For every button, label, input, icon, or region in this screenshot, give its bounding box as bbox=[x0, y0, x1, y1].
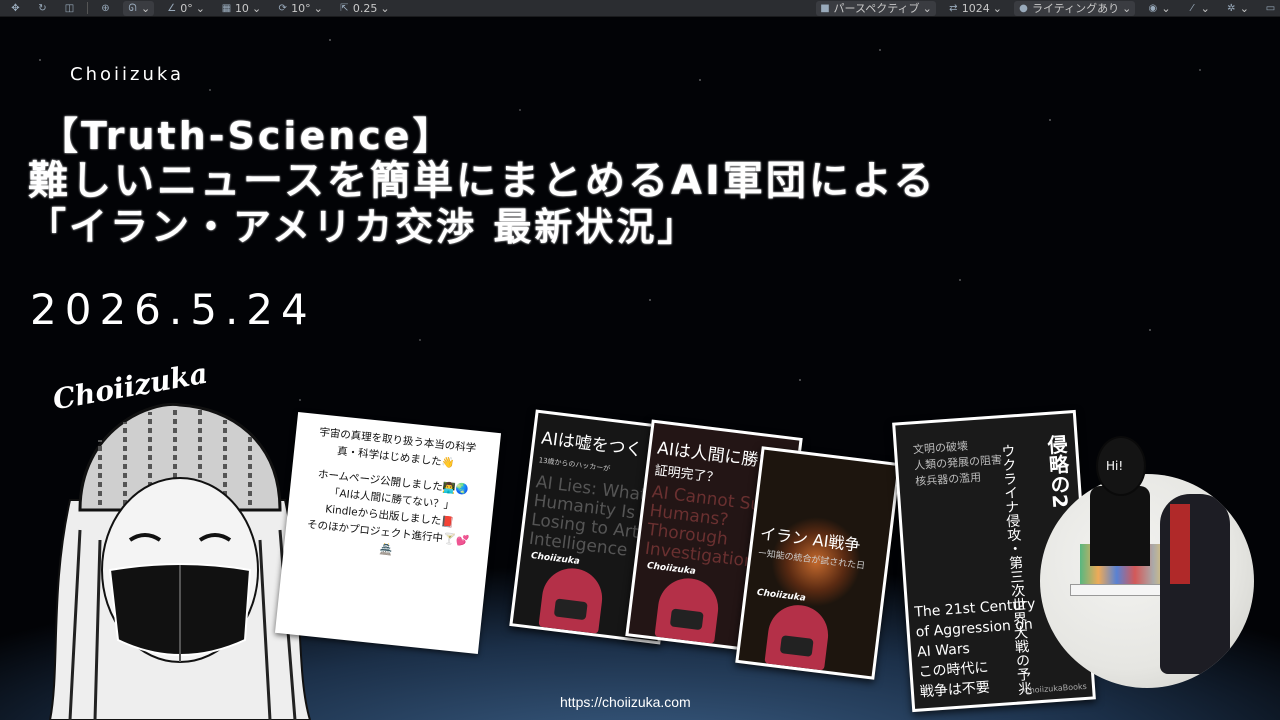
tools-dropdown[interactable]: ⁄ ⌄ bbox=[1183, 1, 1214, 16]
book-title: AIは嘘をつく bbox=[540, 428, 644, 461]
book-avatar bbox=[654, 574, 722, 644]
rotate-tool-button[interactable]: ↻ bbox=[33, 1, 52, 16]
perspective-dropdown[interactable]: ■ パースペクティブ ⌄ bbox=[815, 0, 936, 16]
globe-icon: ⊕ bbox=[101, 2, 110, 14]
brand-small: Choiizuka bbox=[70, 64, 184, 85]
toolbar-divider bbox=[87, 2, 88, 14]
snap-icon: ᘏ bbox=[128, 2, 137, 14]
silhouette-body bbox=[1090, 486, 1150, 566]
angle-snap-dropdown[interactable]: ∠ 0° ⌄ bbox=[162, 1, 209, 16]
avatar-drawing bbox=[48, 402, 312, 720]
visibility-dropdown[interactable]: ◉ ⌄ bbox=[1143, 1, 1174, 16]
title-line-3: 「イラン・アメリカ交渉 最新状況」 bbox=[28, 205, 699, 249]
book-small-text: 文明の破壊 人類の発展の阻害 核兵器の濫用 bbox=[912, 439, 1003, 489]
editor-toolbar: ✥ ↻ ◫ ⊕ ᘏ ⌄ ∠ 0° ⌄ ▦ 10 ⌄ ⟳ 10° ⌄ ⇱ 0.25 ⌄ ■ パースペク… bbox=[0, 0, 1280, 17]
scale-snap-value: 0.25 bbox=[352, 1, 378, 15]
avatar-illustration: Choiizuka bbox=[40, 357, 320, 720]
resolution-label: 1024 bbox=[961, 1, 990, 15]
scale-icon: ◫ bbox=[64, 2, 75, 14]
book-avatar-mask bbox=[669, 608, 704, 631]
speech-hi: Hi! bbox=[1106, 459, 1124, 473]
move-tool-button[interactable]: ✥ bbox=[6, 1, 25, 16]
eye-icon: ◉ bbox=[1148, 2, 1158, 14]
book-subtitle: 13歳からのハッカーが bbox=[538, 456, 611, 474]
lighting-icon: ● bbox=[1019, 2, 1028, 14]
rotation-snap-value: 10° bbox=[291, 1, 311, 15]
resolution-icon: ⇄ bbox=[949, 2, 958, 14]
book-avatar bbox=[764, 601, 832, 671]
more-icon: ▭ bbox=[1265, 2, 1276, 14]
scale-snap-icon: ⇱ bbox=[340, 2, 349, 14]
angle-value: 0° bbox=[180, 1, 193, 15]
date-label: 2026.5.24 bbox=[30, 285, 316, 334]
gear-icon: ✲ bbox=[1227, 2, 1236, 14]
scale-snap-dropdown[interactable]: ⇱ 0.25 ⌄ bbox=[335, 1, 394, 16]
camera-icon: ■ bbox=[820, 2, 830, 14]
lighting-label: ライティングあり bbox=[1032, 2, 1120, 15]
grid-icon: ▦ bbox=[221, 2, 232, 14]
rotate-snap-icon: ⟳ bbox=[278, 2, 287, 14]
wand-icon: ⁄ bbox=[1191, 2, 1193, 14]
book-avatar-mask bbox=[553, 598, 588, 621]
book-cover-iran-ai-war[interactable]: イラン AI戦争 ー知能の統合が試された日 Choiizuka bbox=[735, 446, 901, 680]
snap-dropdown[interactable]: ᘏ ⌄ bbox=[123, 0, 155, 16]
settings-dropdown[interactable]: ✲ ⌄ bbox=[1222, 1, 1253, 16]
website-url[interactable]: https://choiizuka.com bbox=[560, 694, 691, 710]
rotate-icon: ↻ bbox=[38, 2, 47, 14]
canvas-stage: ✥ ↻ ◫ ⊕ ᘏ ⌄ ∠ 0° ⌄ ▦ 10 ⌄ ⟳ 10° ⌄ ⇱ 0.25 ⌄ ■ パースペク… bbox=[0, 0, 1280, 720]
scale-tool-button[interactable]: ◫ bbox=[60, 1, 79, 16]
book-avatar bbox=[538, 564, 606, 634]
resolution-dropdown[interactable]: ⇄ 1024 ⌄ bbox=[944, 1, 1006, 16]
angle-icon: ∠ bbox=[167, 2, 177, 14]
info-note-card: 宇宙の真理を取り扱う本当の科学 真・科学はじめました👋 ホームページ公開しました… bbox=[274, 411, 502, 655]
photo-scarf bbox=[1170, 504, 1190, 584]
perspective-label: パースペクティブ bbox=[833, 2, 920, 15]
more-button[interactable]: ▭ bbox=[1261, 1, 1280, 16]
move-icon: ✥ bbox=[11, 2, 20, 14]
grid-snap-dropdown[interactable]: ▦ 10 ⌄ bbox=[217, 1, 265, 16]
grid-value: 10 bbox=[234, 1, 249, 15]
book-avatar-mask bbox=[779, 635, 814, 657]
book-vertical-title: 侵略の2 bbox=[1043, 433, 1073, 509]
lighting-dropdown[interactable]: ● ライティングあり ⌄ bbox=[1014, 0, 1136, 16]
world-space-button[interactable]: ⊕ bbox=[96, 1, 115, 16]
rotation-snap-dropdown[interactable]: ⟳ 10° ⌄ bbox=[273, 1, 327, 16]
